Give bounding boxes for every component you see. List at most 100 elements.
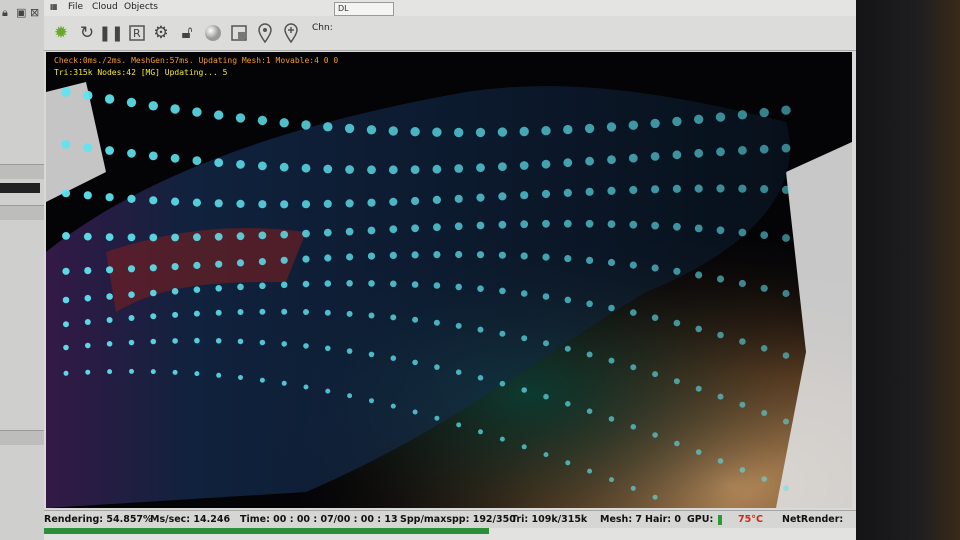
- glow-dot: [171, 263, 179, 271]
- glow-dot: [280, 256, 288, 264]
- glow-dot: [717, 393, 724, 400]
- sphere-icon[interactable]: [202, 22, 224, 44]
- menu-file[interactable]: File: [68, 2, 83, 12]
- sun-icon[interactable]: ✹: [50, 22, 72, 44]
- glow-dot: [303, 309, 309, 315]
- glow-dot: [738, 228, 747, 237]
- glow-dot: [170, 104, 180, 114]
- render-image: [46, 52, 852, 508]
- glow-dot: [652, 371, 659, 378]
- glow-dot: [759, 107, 769, 118]
- glow-dot: [149, 264, 157, 272]
- glow-dot: [543, 340, 549, 347]
- glow-dot: [61, 140, 71, 149]
- glow-dot: [63, 321, 69, 328]
- render-r-icon[interactable]: R: [126, 22, 148, 44]
- glow-dot: [129, 368, 134, 374]
- glow-dot: [346, 348, 353, 354]
- glow-dot: [257, 115, 268, 126]
- glow-dot: [628, 153, 638, 163]
- glow-dot: [214, 158, 224, 167]
- glow-dot: [83, 191, 92, 200]
- glow-dot: [346, 253, 354, 261]
- view-icon[interactable]: ▣: [16, 6, 28, 19]
- glow-dot: [606, 122, 617, 132]
- glow-dot: [148, 151, 158, 161]
- left-side-panel: 🔒︎ ▣ ⊠: [0, 0, 45, 540]
- glow-dot: [411, 224, 419, 233]
- glow-dot: [520, 252, 528, 260]
- glow-dot: [367, 252, 376, 260]
- glow-dot: [84, 294, 92, 302]
- glow-dot: [630, 364, 637, 371]
- glow-dot: [301, 163, 311, 173]
- glow-dot: [563, 124, 573, 135]
- glow-dot: [150, 289, 157, 297]
- lock-icon[interactable]: 🔒︎: [2, 6, 14, 19]
- glow-dot: [105, 146, 114, 155]
- glow-dot: [564, 255, 572, 263]
- glow-dot: [214, 232, 223, 241]
- render-viewport[interactable]: Check:0ms./2ms. MeshGen:57ms. Updating M…: [46, 52, 852, 508]
- glow-dot: [148, 101, 158, 111]
- glow-dot: [325, 388, 331, 394]
- glow-dot: [106, 293, 113, 300]
- glow-dot: [192, 107, 202, 117]
- glow-dot: [521, 335, 528, 342]
- glow-dot: [127, 233, 136, 242]
- glow-dot: [716, 147, 725, 157]
- glow-dot: [454, 164, 464, 173]
- glow-dot: [172, 311, 179, 318]
- lock-icon[interactable]: 🔓︎: [176, 22, 198, 44]
- pause-icon[interactable]: ❚❚: [98, 22, 123, 44]
- glow-dot: [652, 432, 658, 438]
- glow-dot: [411, 281, 419, 288]
- glow-dot: [652, 494, 658, 500]
- glow-dot: [651, 185, 660, 194]
- render-progress-bar: [44, 528, 856, 540]
- glow-dot: [543, 393, 549, 400]
- glow-dot: [411, 251, 419, 259]
- glow-dot: [630, 309, 637, 316]
- glow-dot: [106, 266, 114, 274]
- glow-dot: [650, 118, 660, 129]
- channel-select[interactable]: DL: [334, 2, 394, 16]
- glow-dot: [83, 90, 93, 101]
- glow-dot: [433, 282, 441, 289]
- close-icon[interactable]: ⊠: [30, 6, 42, 19]
- glow-dot: [673, 222, 681, 231]
- glow-dot: [608, 304, 615, 312]
- refresh-icon[interactable]: ↻: [76, 22, 98, 44]
- glow-dot: [433, 251, 441, 259]
- glow-dot: [781, 105, 791, 115]
- glow-dot: [150, 313, 157, 320]
- glow-dot: [410, 165, 420, 174]
- glow-dot: [651, 314, 659, 322]
- status-hair: Hair: 0: [645, 514, 682, 525]
- glow-dot: [193, 261, 201, 269]
- status-bar: Rendering: 54.857% Ms/sec: 14.246 Time: …: [44, 510, 856, 529]
- pin-settings-icon[interactable]: [280, 22, 302, 44]
- menu-grid-icon[interactable]: ▦: [50, 2, 58, 11]
- glow-dot: [83, 232, 92, 241]
- glow-dot: [476, 251, 485, 259]
- region-icon[interactable]: [228, 22, 250, 44]
- menu-cloud[interactable]: Cloud: [92, 2, 118, 12]
- glow-dot: [279, 118, 289, 128]
- render-progress-fill: [44, 528, 490, 534]
- status-time: Time: 00 : 00 : 07/00 : 00 : 13: [240, 514, 398, 525]
- status-tri: Tri: 109k/315k: [511, 514, 588, 525]
- menu-objects[interactable]: Objects: [124, 2, 158, 12]
- glow-dot: [519, 161, 529, 170]
- glow-dot: [586, 351, 593, 358]
- glow-dot: [716, 275, 725, 283]
- glow-dot: [237, 338, 244, 345]
- glow-dot: [238, 375, 243, 380]
- glow-dot: [390, 280, 397, 288]
- glow-dot: [541, 189, 551, 199]
- gear-icon[interactable]: ⚙: [150, 22, 172, 44]
- glow-dot: [236, 199, 245, 208]
- glow-dot: [236, 232, 245, 241]
- pin-icon[interactable]: [254, 22, 276, 44]
- glow-dot: [564, 345, 571, 352]
